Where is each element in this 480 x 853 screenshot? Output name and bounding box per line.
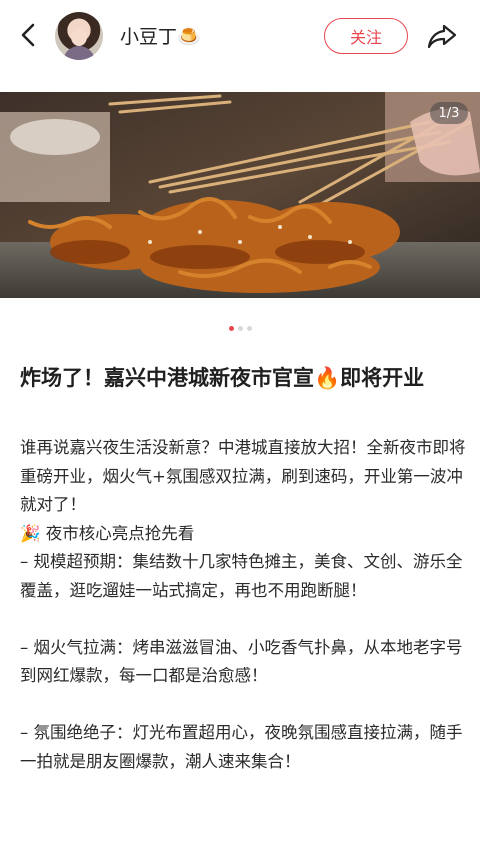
post-paragraph: – 规模超预期：集结数十几家特色摊主，美食、文创、游乐全覆盖，逛吃遛娃一站式搞定… bbox=[20, 552, 463, 600]
carousel-dot-1[interactable] bbox=[228, 326, 234, 331]
carousel-dot-3[interactable] bbox=[246, 326, 252, 331]
post-paragraph: – 烟火气拉满：烤串滋滋冒油、小吃香气扑鼻，从本地老字号到网红爆款，每一口都是治… bbox=[20, 637, 463, 686]
avatar[interactable] bbox=[55, 12, 103, 60]
back-button[interactable] bbox=[14, 20, 44, 50]
carousel-indicator bbox=[0, 326, 480, 334]
username[interactable]: 小豆丁🍮 bbox=[120, 22, 201, 49]
share-button[interactable] bbox=[426, 20, 458, 52]
post-paragraph: – 氛围绝绝子：灯光布置超用心，夜晚氛围感直接拉满，随手一拍就是朋友圈爆款，潮人… bbox=[20, 723, 463, 771]
post-image[interactable]: 1/3 bbox=[0, 92, 480, 298]
post-title: 炸场了！嘉兴中港城新夜市官宣🔥即将开业 bbox=[20, 366, 425, 390]
share-arrow-icon bbox=[427, 24, 457, 49]
post-paragraph: 谁再说嘉兴夜生活没新意？中港城直接放大招！全新夜市即将重磅开业，烟火气+氛围感双… bbox=[20, 438, 466, 514]
post-paragraph: 🎉 夜市核心亮点抢先看 bbox=[20, 523, 195, 543]
chevron-left-icon bbox=[21, 23, 35, 47]
follow-button[interactable]: 关注 bbox=[324, 18, 408, 54]
top-bar: 小豆丁🍮 关注 bbox=[0, 0, 480, 72]
image-counter: 1/3 bbox=[430, 102, 468, 124]
carousel-dot-2[interactable] bbox=[237, 326, 243, 331]
post-body: 谁再说嘉兴夜生活没新意？中港城直接放大招！全新夜市即将重磅开业，烟火气+氛围感双… bbox=[20, 434, 466, 776]
